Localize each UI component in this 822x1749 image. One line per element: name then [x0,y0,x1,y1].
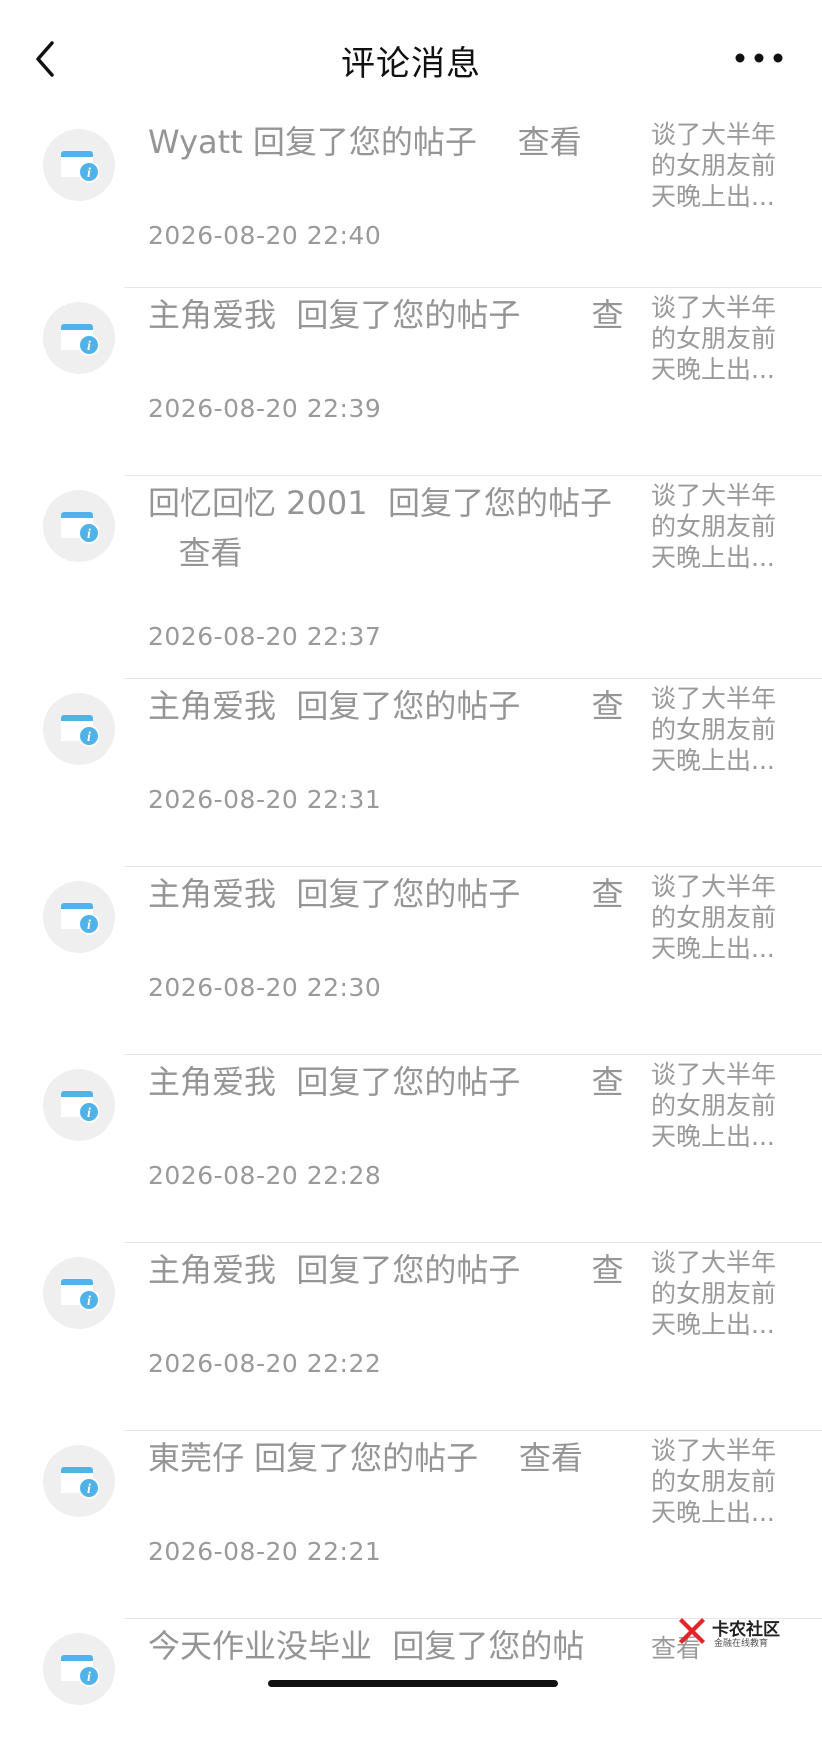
message-line: 查看 [148,534,243,572]
more-dots-icon[interactable] [734,48,784,68]
message-line: 主角爱我 回复了您的帖子 查 [148,1063,623,1101]
message-avatar: i [43,881,115,953]
info-card-icon: i [61,715,99,747]
watermark-logo-icon [679,1618,705,1644]
message-line: 今天作业没毕业 回复了您的帖 [148,1627,585,1665]
svg-text:i: i [87,1670,91,1685]
message-text: 回忆回忆 2001 回复了您的帖子 查看 [148,478,623,578]
message-avatar: i [43,693,115,765]
message-text: 主角爱我 回复了您的帖子 查 [148,681,623,731]
message-timestamp: 2026-08-20 22:28 [148,1161,382,1190]
message-timestamp: 2026-08-20 22:22 [148,1349,382,1378]
message-item[interactable]: i 主角爱我 回复了您的帖子 查 2026-08-20 22:39 谈了大半年 的女朋… [0,288,822,476]
message-avatar: i [43,1445,115,1517]
message-item[interactable]: i 主角爱我 回复了您的帖子 查 2026-08-20 22:30 谈了大半年 的女朋… [0,867,822,1055]
message-avatar: i [43,129,115,201]
post-preview[interactable]: 谈了大半年 的女朋友前 天晚上出... [651,871,786,964]
info-card-icon: i [61,1655,99,1687]
message-timestamp: 2026-08-20 22:30 [148,973,382,1002]
svg-text:i: i [87,1294,91,1309]
message-avatar: i [43,490,115,562]
message-avatar: i [43,1257,115,1329]
page-title: 评论消息 [341,44,481,84]
post-preview[interactable]: 谈了大半年 的女朋友前 天晚上出... [651,119,786,212]
watermark-subtitle: 金融在线教育 [714,1639,769,1649]
svg-text:i: i [87,730,91,745]
watermark: 卡农社区 金融在线教育 [678,1615,808,1649]
svg-text:i: i [87,1482,91,1497]
message-line: 回忆回忆 2001 回复了您的帖子 [148,484,612,522]
message-text: 東莞仔 回复了您的帖子 查看 [148,1433,623,1483]
message-item[interactable]: i 主角爱我 回复了您的帖子 查 2026-08-20 22:28 谈了大半年 的女朋… [0,1055,822,1243]
message-item[interactable]: i 主角爱我 回复了您的帖子 查 2026-08-20 22:31 谈了大半年 的女朋… [0,679,822,867]
info-card-icon: i [61,512,99,544]
svg-text:i: i [87,918,91,933]
message-item[interactable]: i 主角爱我 回复了您的帖子 查 2026-08-20 22:22 谈了大半年 的女朋… [0,1243,822,1431]
info-card-icon: i [61,1279,99,1311]
message-text: 主角爱我 回复了您的帖子 查 [148,1057,623,1107]
message-timestamp: 2026-08-20 22:39 [148,394,382,423]
message-text: 今天作业没毕业 回复了您的帖 [148,1621,623,1671]
message-line: 主角爱我 回复了您的帖子 查 [148,1251,623,1289]
info-card-icon: i [61,1467,99,1499]
post-preview[interactable]: 谈了大半年 的女朋友前 天晚上出... [651,1435,786,1528]
svg-text:i: i [87,527,91,542]
info-card-icon: i [61,903,99,935]
message-avatar: i [43,1069,115,1141]
message-item[interactable]: i 回忆回忆 2001 回复了您的帖子 查看 2026-08-20 22:37 谈了大… [0,476,822,679]
message-text: Wyatt 回复了您的帖子 查看 [148,117,623,167]
svg-text:i: i [87,339,91,354]
home-indicator[interactable] [268,1680,558,1687]
message-item[interactable]: i Wyatt 回复了您的帖子 查看 2026-08-20 22:40 谈了大半年 的… [0,115,822,288]
post-preview[interactable]: 谈了大半年 的女朋友前 天晚上出... [651,480,786,573]
post-preview[interactable]: 谈了大半年 的女朋友前 天晚上出... [651,683,786,776]
message-timestamp: 2026-08-20 22:21 [148,1537,382,1566]
message-avatar: i [43,302,115,374]
message-text: 主角爱我 回复了您的帖子 查 [148,869,623,919]
info-card-icon: i [61,324,99,356]
message-timestamp: 2026-08-20 22:37 [148,622,382,651]
message-item[interactable]: i 東莞仔 回复了您的帖子 查看 2026-08-20 22:21 谈了大半年 的女朋… [0,1431,822,1619]
message-line: 東莞仔 回复了您的帖子 查看 [148,1439,583,1477]
message-line: Wyatt 回复了您的帖子 查看 [148,123,582,161]
info-card-icon: i [61,151,99,183]
post-preview[interactable]: 谈了大半年 的女朋友前 天晚上出... [651,1247,786,1340]
navigation-bar: 评论消息 [0,0,822,115]
svg-text:i: i [87,1106,91,1121]
message-timestamp: 2026-08-20 22:31 [148,785,382,814]
info-card-icon: i [61,1091,99,1123]
message-avatar: i [43,1633,115,1705]
message-line: 主角爱我 回复了您的帖子 查 [148,875,623,913]
post-preview[interactable]: 谈了大半年 的女朋友前 天晚上出... [651,292,786,385]
message-timestamp: 2026-08-20 22:40 [148,221,382,250]
svg-text:i: i [87,166,91,181]
post-preview[interactable]: 谈了大半年 的女朋友前 天晚上出... [651,1059,786,1152]
message-line: 主角爱我 回复了您的帖子 查 [148,687,623,725]
message-text: 主角爱我 回复了您的帖子 查 [148,1245,623,1295]
message-line: 主角爱我 回复了您的帖子 查 [148,296,623,334]
message-text: 主角爱我 回复了您的帖子 查 [148,290,623,340]
